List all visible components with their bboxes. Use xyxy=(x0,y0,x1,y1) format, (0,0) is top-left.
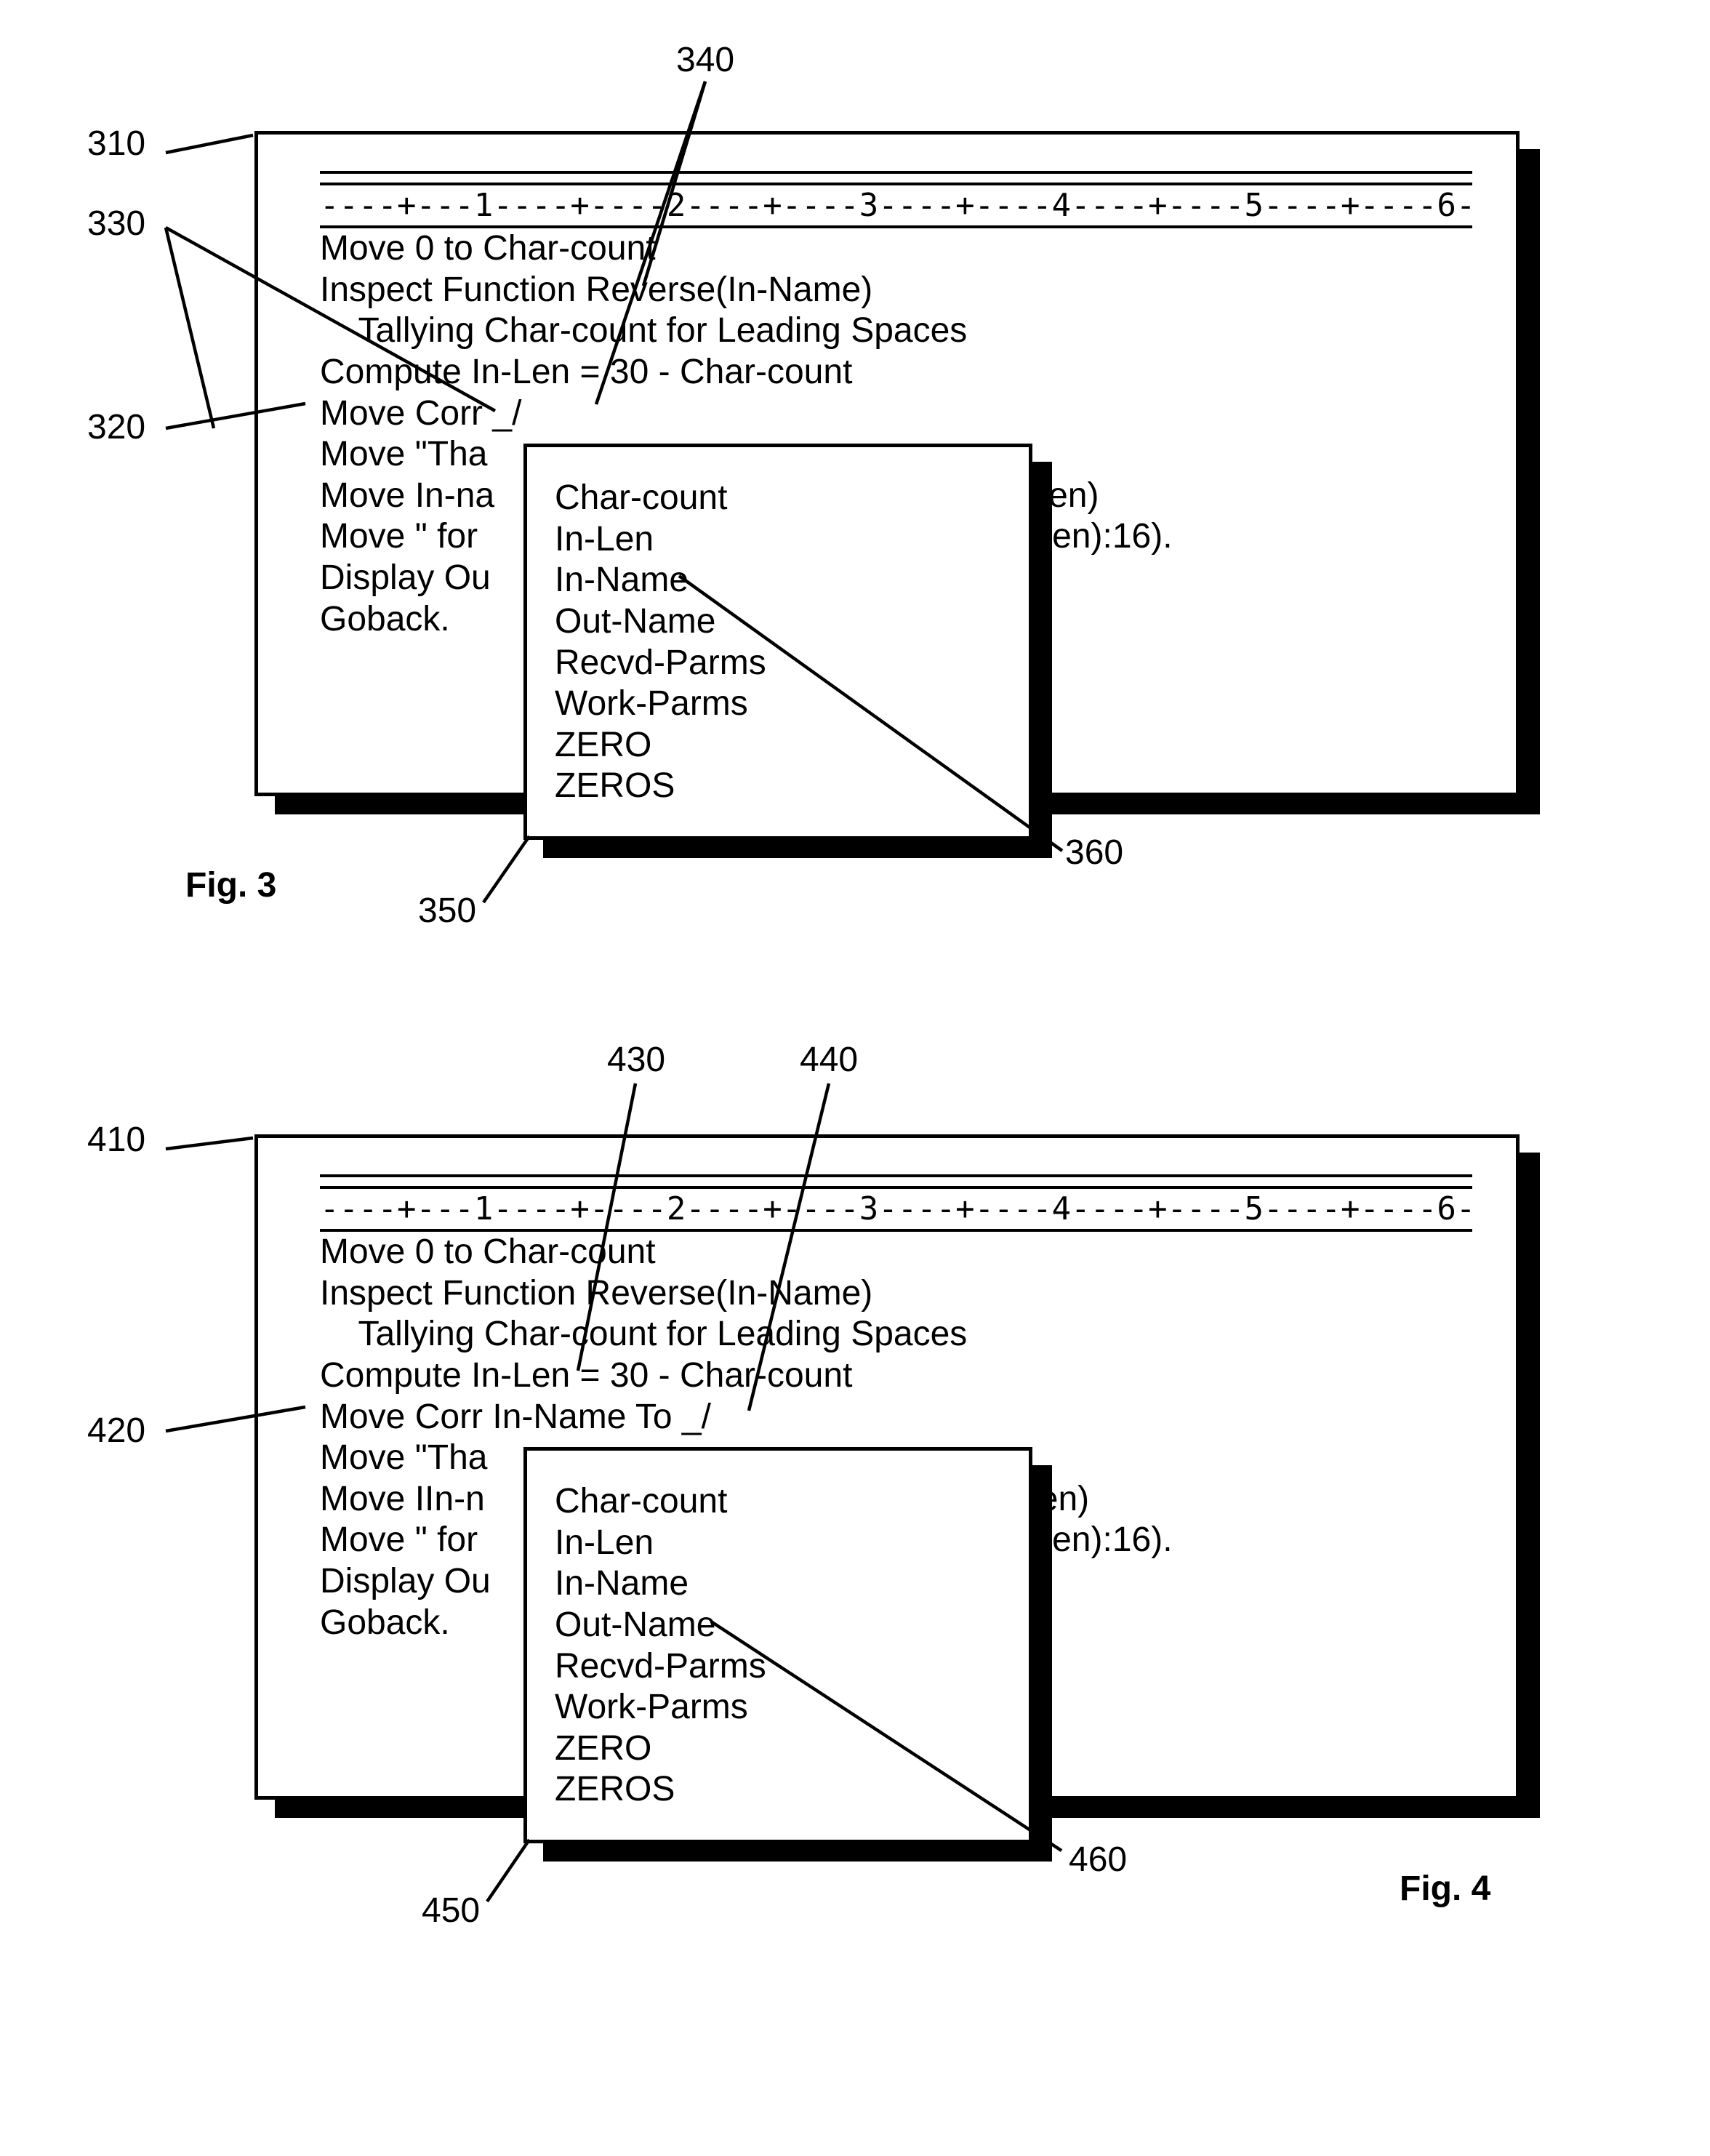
callout-310: 310 xyxy=(87,124,145,164)
callout-350: 350 xyxy=(418,891,476,931)
callout-330: 330 xyxy=(87,204,145,244)
callout-460: 460 xyxy=(1069,1840,1127,1880)
list-item[interactable]: Recvd-Parms xyxy=(555,1646,1001,1688)
callout-360: 360 xyxy=(1065,833,1123,873)
fig4-popup[interactable]: Char-count In-Len In-Name Out-Name Recvd… xyxy=(523,1447,1032,1843)
list-item[interactable]: ZERO xyxy=(555,725,1001,766)
fig3-popup[interactable]: Char-count In-Len In-Name Out-Name Recvd… xyxy=(523,444,1032,840)
list-item[interactable]: In-Len xyxy=(555,1523,1001,1564)
list-item[interactable]: ZERO xyxy=(555,1728,1001,1770)
callout-420: 420 xyxy=(87,1411,145,1451)
list-item[interactable]: ZEROS xyxy=(555,1769,1001,1811)
fig3-ruler: ----+---1----+----2----+----3----+----4-… xyxy=(320,183,1472,228)
list-item[interactable]: Recvd-Parms xyxy=(555,643,1001,684)
callout-450: 450 xyxy=(422,1891,480,1931)
list-item[interactable]: Work-Parms xyxy=(555,1687,1001,1728)
list-item[interactable]: Work-Parms xyxy=(555,684,1001,725)
callout-430: 430 xyxy=(607,1040,665,1080)
list-item[interactable]: Char-count xyxy=(555,1481,1001,1523)
figure-caption: Fig. 3 xyxy=(185,865,276,905)
list-item[interactable]: In-Name xyxy=(555,1563,1001,1605)
callout-320: 320 xyxy=(87,407,145,447)
fig4-ruler: ----+---1----+----2----+----3----+----4-… xyxy=(320,1186,1472,1232)
list-item[interactable]: Char-count xyxy=(555,478,1001,519)
callout-340: 340 xyxy=(676,40,734,80)
list-item[interactable]: In-Len xyxy=(555,519,1001,561)
fig4-inner-rule xyxy=(320,1174,1472,1177)
list-item[interactable]: ZEROS xyxy=(555,766,1001,807)
callout-410: 410 xyxy=(87,1120,145,1160)
list-item[interactable]: Out-Name xyxy=(555,1605,1001,1646)
list-item[interactable]: In-Name xyxy=(555,560,1001,601)
fig3-inner-rule xyxy=(320,171,1472,174)
callout-440: 440 xyxy=(800,1040,858,1080)
figure-caption: Fig. 4 xyxy=(1400,1869,1490,1909)
list-item[interactable]: Out-Name xyxy=(555,601,1001,643)
